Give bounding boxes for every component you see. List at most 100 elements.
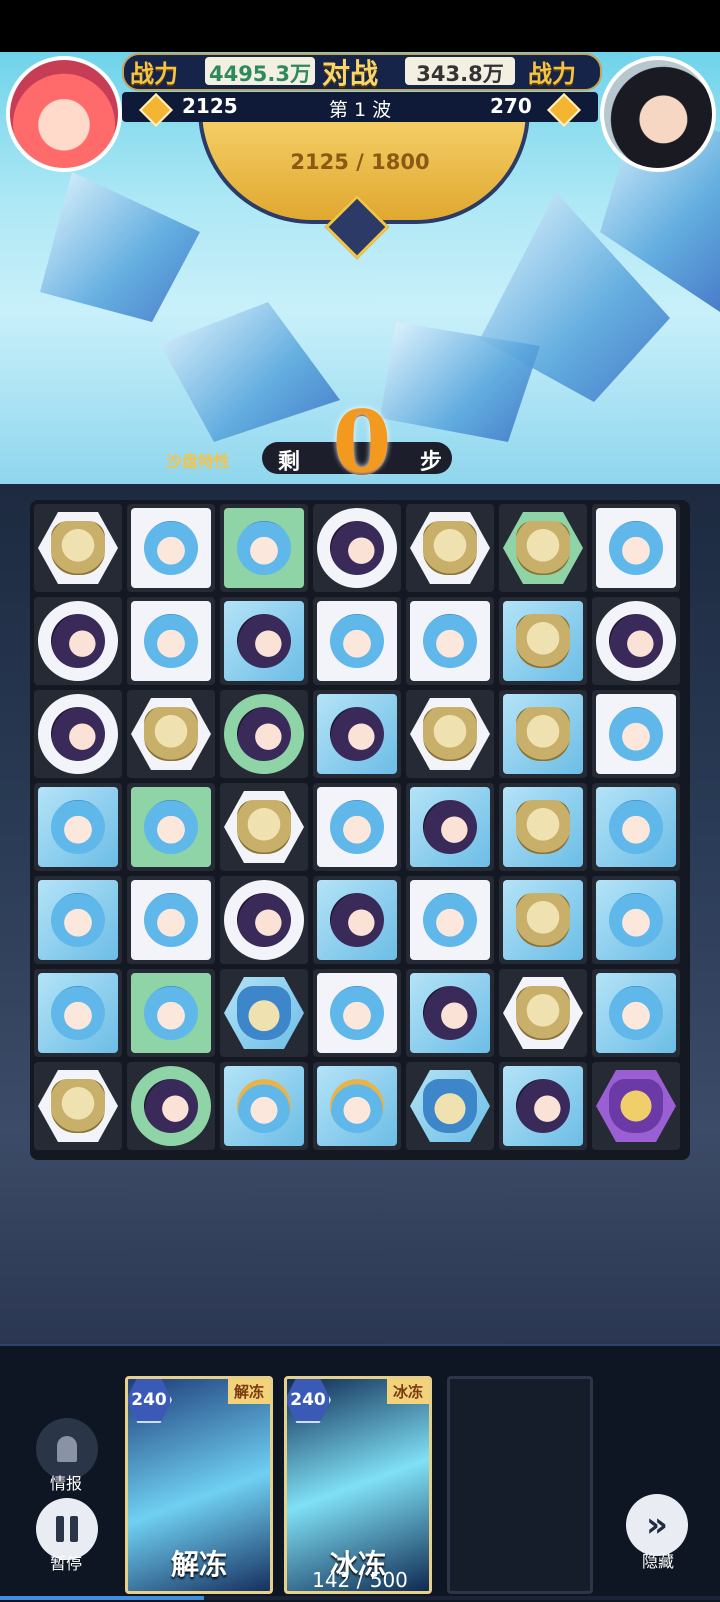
board-cell[interactable] — [220, 597, 308, 685]
mask-character-icon — [516, 707, 570, 761]
board-cell[interactable] — [220, 969, 308, 1057]
blue-character-icon — [330, 800, 384, 854]
blue-character-icon — [609, 521, 663, 575]
board-cell[interactable] — [313, 876, 401, 964]
board-cell[interactable] — [592, 504, 680, 592]
board-cell[interactable] — [592, 969, 680, 1057]
board-cell[interactable] — [34, 504, 122, 592]
board-cell[interactable] — [34, 690, 122, 778]
board-cell[interactable] — [313, 597, 401, 685]
blue-character-icon — [237, 521, 291, 575]
skill-card-freeze[interactable]: 240 冰冻 冰冻 — [284, 1376, 432, 1594]
board-cell[interactable] — [313, 504, 401, 592]
blue-character-icon — [144, 800, 198, 854]
gem-tile — [224, 601, 304, 681]
match3-board — [30, 500, 690, 1160]
board-cell[interactable] — [499, 504, 587, 592]
energy-text: 142 / 500 — [312, 1568, 408, 1592]
hide-button[interactable]: » — [626, 1494, 688, 1556]
dark-character-icon — [144, 1079, 198, 1133]
board-cell[interactable] — [406, 597, 494, 685]
coin-right-value: 270 — [490, 94, 532, 118]
gem-tile — [131, 973, 211, 1053]
board-cell[interactable] — [127, 969, 215, 1057]
board-cell[interactable] — [220, 504, 308, 592]
board-cell[interactable] — [499, 690, 587, 778]
board-cell[interactable] — [406, 690, 494, 778]
board-cell[interactable] — [592, 876, 680, 964]
board-cell[interactable] — [127, 504, 215, 592]
board-cell[interactable] — [220, 690, 308, 778]
player-avatar[interactable] — [6, 56, 122, 172]
blue-character-icon — [609, 800, 663, 854]
pause-label: 暂停 — [50, 1554, 83, 1573]
board-cell[interactable] — [127, 690, 215, 778]
board-cell[interactable] — [499, 783, 587, 871]
board-cell[interactable] — [406, 1062, 494, 1150]
board-cell[interactable] — [406, 969, 494, 1057]
board-cell[interactable] — [220, 1062, 308, 1150]
blue-character-icon — [609, 893, 663, 947]
board-cell[interactable] — [313, 783, 401, 871]
dark-character-icon — [237, 614, 291, 668]
board-cell[interactable] — [499, 597, 587, 685]
board-cell[interactable] — [127, 783, 215, 871]
blue-character-icon — [330, 986, 384, 1040]
gem-tile — [596, 1070, 676, 1142]
board-cell[interactable] — [313, 969, 401, 1057]
board-cell[interactable] — [220, 876, 308, 964]
gem-tile — [410, 1070, 490, 1142]
board-cell[interactable] — [406, 783, 494, 871]
board-cell[interactable] — [34, 969, 122, 1057]
skill-card-thaw[interactable]: 240 解冻 解冻 — [125, 1376, 273, 1594]
board-cell[interactable] — [220, 783, 308, 871]
gem-tile — [131, 508, 211, 588]
skill-tag: 解冻 — [227, 1379, 270, 1404]
mask-character-icon — [423, 521, 477, 575]
board-cell[interactable] — [592, 1062, 680, 1150]
board-cell[interactable] — [127, 876, 215, 964]
board-cell[interactable] — [313, 1062, 401, 1150]
board-cell[interactable] — [592, 597, 680, 685]
gem-tile — [131, 1066, 211, 1146]
opponent-avatar[interactable] — [600, 56, 716, 172]
gem-tile — [131, 787, 211, 867]
double-chevron-right-icon: » — [646, 1505, 668, 1545]
gem-tile — [317, 508, 397, 588]
gem-tile — [317, 694, 397, 774]
board-cell[interactable] — [313, 690, 401, 778]
gem-tile — [503, 787, 583, 867]
purplemask-character-icon — [609, 1079, 663, 1133]
cap-character-icon — [330, 1079, 384, 1133]
board-cell[interactable] — [34, 597, 122, 685]
board-cell[interactable] — [499, 969, 587, 1057]
mask-character-icon — [51, 521, 105, 575]
board-cell[interactable] — [127, 1062, 215, 1150]
board-cell[interactable] — [34, 783, 122, 871]
bluemask-character-icon — [237, 986, 291, 1040]
power-label-right: 战力 — [528, 59, 576, 88]
dark-character-icon — [330, 707, 384, 761]
board-cell[interactable] — [34, 876, 122, 964]
gem-tile — [131, 601, 211, 681]
coin-left-value: 2125 — [182, 94, 238, 118]
gem-tile — [131, 880, 211, 960]
wave-label: 第 1 波 — [328, 99, 392, 121]
board-cell[interactable] — [499, 876, 587, 964]
blue-character-icon — [609, 986, 663, 1040]
gem-tile — [596, 880, 676, 960]
gem-tile — [503, 977, 583, 1049]
board-cell[interactable] — [499, 1062, 587, 1150]
board-cell[interactable] — [127, 597, 215, 685]
sandbox-trait-label[interactable]: 沙盘特性 — [166, 448, 230, 472]
board-cell[interactable] — [592, 690, 680, 778]
gem-tile — [131, 698, 211, 770]
board-cell[interactable] — [406, 504, 494, 592]
gem-tile — [503, 694, 583, 774]
board-cell[interactable] — [406, 876, 494, 964]
board-cell[interactable] — [34, 1062, 122, 1150]
mask-character-icon — [51, 1079, 105, 1133]
blue-character-icon — [51, 986, 105, 1040]
blue-character-icon — [144, 614, 198, 668]
board-cell[interactable] — [592, 783, 680, 871]
